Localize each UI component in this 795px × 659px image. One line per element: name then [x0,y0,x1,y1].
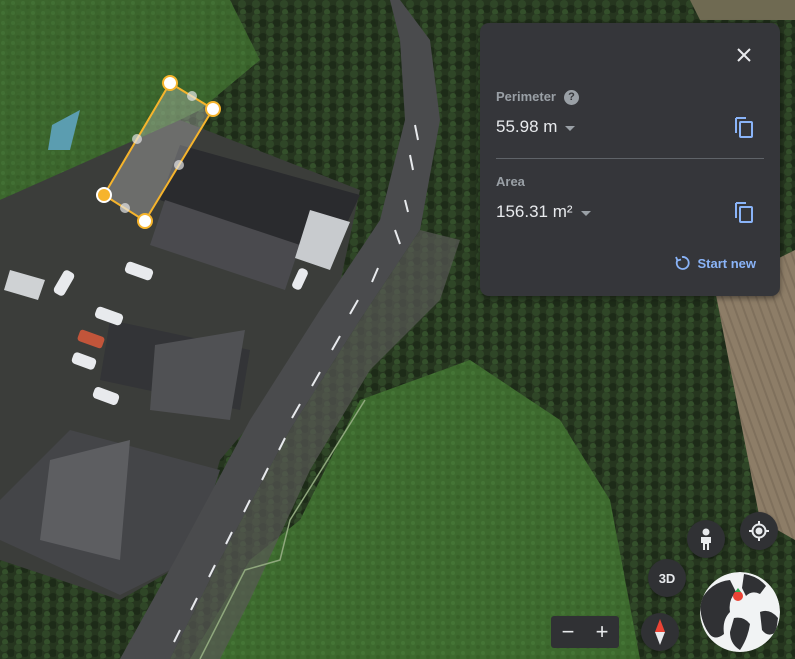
copy-icon [735,117,753,138]
globe-button[interactable] [700,572,780,652]
field-strip-top [690,0,795,20]
close-button[interactable] [732,43,756,67]
pegman-icon [701,528,711,550]
close-icon [737,48,751,62]
edge-midpoint-handle[interactable] [132,134,142,144]
start-new-label: Start new [697,255,756,271]
vertex-handle[interactable] [205,101,221,117]
edge-midpoint-handle[interactable] [120,203,130,213]
area-value: 156.31 m² [496,202,573,221]
compass-icon [655,619,665,645]
globe-icon [700,572,780,652]
compass-button[interactable] [641,613,679,651]
zoom-controls: − + [551,616,619,648]
my-location-button[interactable] [740,512,778,550]
refresh-icon [675,256,691,270]
zoom-out-button[interactable]: − [551,616,585,648]
chevron-down-icon [580,210,591,216]
vertex-handle[interactable] [137,213,153,229]
street-view-pegman-button[interactable] [687,520,725,558]
vertex-handle-active[interactable] [96,187,112,203]
area-unit-dropdown[interactable]: 156.31 m² [496,202,591,222]
perimeter-label-row: Perimeter? [496,89,579,105]
copy-perimeter-button[interactable] [732,115,756,139]
vertex-handle[interactable] [162,75,178,91]
perimeter-unit-dropdown[interactable]: 55.98 m [496,117,576,137]
my-location-icon [749,521,769,541]
copy-area-button[interactable] [732,200,756,224]
zoom-in-button[interactable]: + [585,616,619,648]
chevron-down-icon [565,125,576,131]
edge-midpoint-handle[interactable] [187,91,197,101]
divider [496,158,764,159]
building [150,330,245,420]
perimeter-value: 55.98 m [496,117,558,136]
start-new-button[interactable]: Start new [674,255,756,271]
area-label: Area [496,174,525,189]
3d-toggle-button[interactable]: 3D [648,559,686,597]
perimeter-label: Perimeter [496,89,556,104]
measure-panel: Perimeter? 55.98 m Area 156.31 m² Start … [480,23,780,296]
copy-icon [735,202,753,223]
edge-midpoint-handle[interactable] [174,160,184,170]
help-icon[interactable]: ? [563,90,579,105]
